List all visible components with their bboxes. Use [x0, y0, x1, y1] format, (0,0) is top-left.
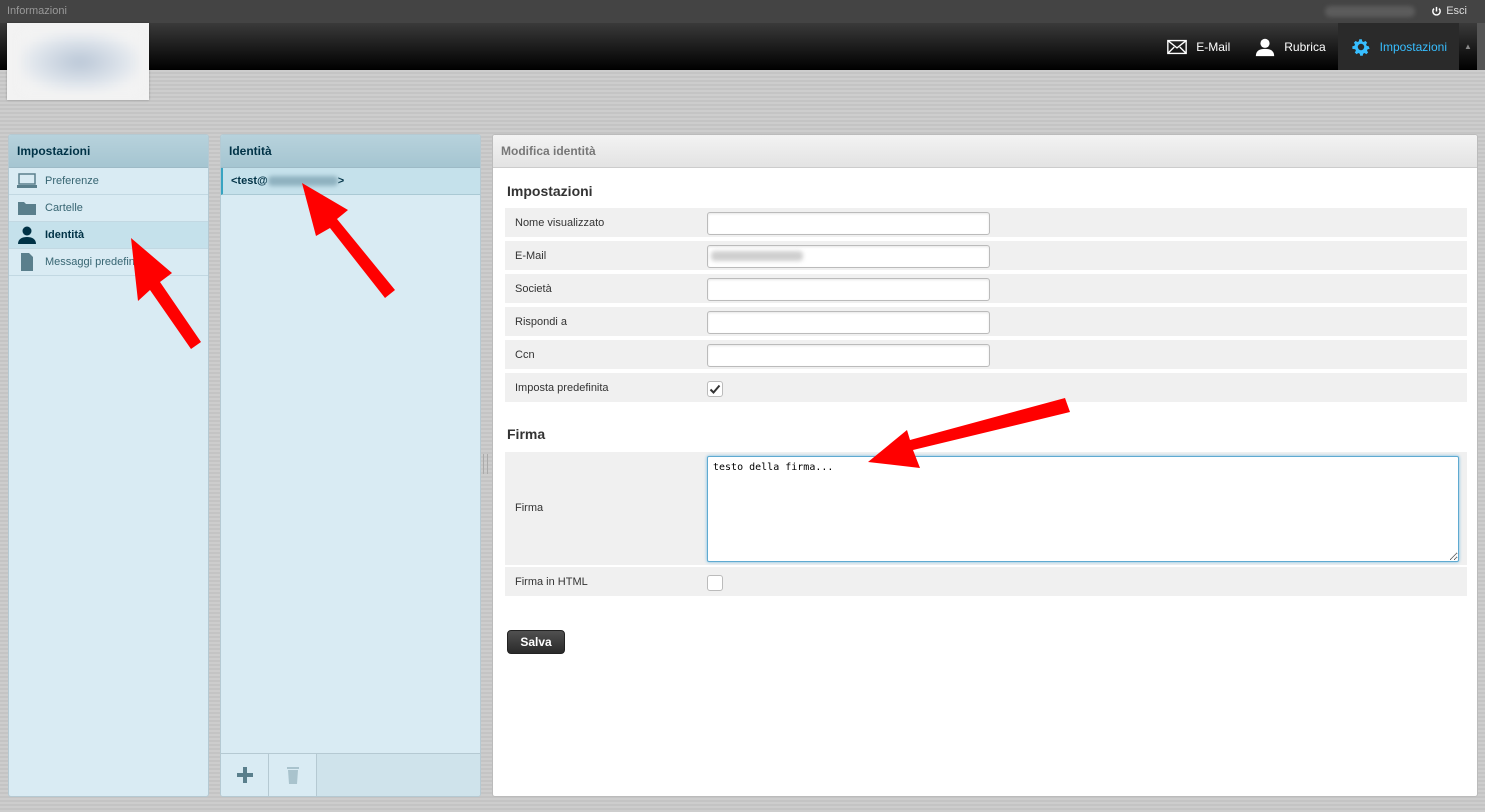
bcc-row: Ccn [505, 340, 1467, 371]
edit-identity-title: Modifica identità [493, 135, 1477, 168]
html-signature-row: Firma in HTML [505, 567, 1467, 598]
gear-icon [1352, 38, 1370, 56]
default-row: Imposta predefinita [505, 373, 1467, 404]
tab-identities-label: Identità [45, 229, 85, 241]
display-name-row: Nome visualizzato [505, 208, 1467, 239]
identity-prefix: <test@ [231, 175, 268, 187]
logout-button[interactable]: Esci [1431, 5, 1467, 17]
reply-to-label: Rispondi a [515, 316, 567, 328]
username-blurred [1325, 6, 1415, 17]
envelope-icon [1167, 39, 1188, 54]
company-label: Società [515, 283, 552, 295]
tab-folders[interactable]: Cartelle [9, 195, 208, 222]
tab-identities[interactable]: Identità [9, 222, 208, 249]
save-button[interactable]: Salva [507, 630, 565, 654]
signature-label: Firma [515, 502, 544, 514]
nav-email[interactable]: E-Mail [1154, 23, 1242, 70]
trash-icon [286, 767, 299, 784]
identity-suffix: > [337, 175, 345, 187]
identity-domain-blurred [267, 176, 338, 187]
folder-icon [18, 202, 36, 215]
person-icon [1256, 38, 1275, 56]
nav-addressbook[interactable]: Rubrica [1242, 23, 1337, 70]
info-link[interactable]: Informazioni [7, 5, 67, 17]
identities-list-title: Identità [221, 135, 480, 168]
main-nav: E-Mail Rubrica Impostazioni ▲ [1154, 23, 1477, 70]
top-info-bar: Informazioni Esci [0, 0, 1485, 23]
nav-settings-label: Impostazioni [1379, 39, 1447, 54]
display-name-input[interactable] [707, 212, 990, 235]
identity-row[interactable]: <test@ > [221, 168, 480, 195]
bcc-input[interactable] [707, 344, 990, 367]
default-label: Imposta predefinita [515, 382, 609, 394]
logout-label: Esci [1446, 5, 1467, 17]
tab-responses-label: Messaggi predefiniti [45, 256, 143, 268]
signature-section-title: Firma [507, 426, 546, 442]
display-name-label: Nome visualizzato [515, 217, 605, 229]
tab-responses[interactable]: Messaggi predefiniti [9, 249, 208, 276]
nav-settings[interactable]: Impostazioni [1337, 23, 1459, 70]
html-signature-checkbox[interactable] [707, 575, 723, 591]
company-row: Società [505, 274, 1467, 305]
panel-splitter[interactable] [483, 454, 488, 474]
checkmark-icon [709, 384, 721, 394]
nav-collapse-toggle[interactable]: ▲ [1459, 23, 1477, 70]
html-signature-label: Firma in HTML [515, 576, 588, 588]
tab-folders-label: Cartelle [45, 202, 83, 214]
email-input[interactable] [707, 245, 990, 268]
default-checkbox[interactable] [707, 381, 723, 397]
add-identity-button[interactable] [221, 754, 269, 796]
signature-row: Firma [505, 452, 1467, 567]
bcc-label: Ccn [515, 349, 535, 361]
nav-email-label: E-Mail [1196, 39, 1231, 54]
user-icon [18, 226, 36, 244]
settings-sections-panel: Impostazioni Preferenze Cartelle Identit… [8, 134, 209, 797]
identities-list-footer [221, 753, 480, 796]
monitor-icon [17, 173, 37, 188]
reply-to-input[interactable] [707, 311, 990, 334]
tab-preferences-label: Preferenze [45, 175, 99, 187]
company-input[interactable] [707, 278, 990, 301]
email-row: E-Mail [505, 241, 1467, 272]
plus-icon [236, 767, 253, 783]
delete-identity-button[interactable] [269, 754, 317, 796]
reply-to-row: Rispondi a [505, 307, 1467, 338]
power-icon [1432, 6, 1442, 16]
nav-addressbook-label: Rubrica [1284, 39, 1326, 54]
identities-list-panel: Identità <test@ > [220, 134, 481, 797]
tab-preferences[interactable]: Preferenze [9, 168, 208, 195]
document-icon [21, 253, 33, 271]
settings-section-title: Impostazioni [507, 183, 593, 199]
email-label: E-Mail [515, 250, 547, 262]
edit-identity-panel: Modifica identità Impostazioni Nome visu… [492, 134, 1478, 797]
signature-textarea[interactable] [707, 456, 1459, 562]
settings-sections-title: Impostazioni [9, 135, 208, 168]
logo[interactable] [7, 23, 149, 100]
